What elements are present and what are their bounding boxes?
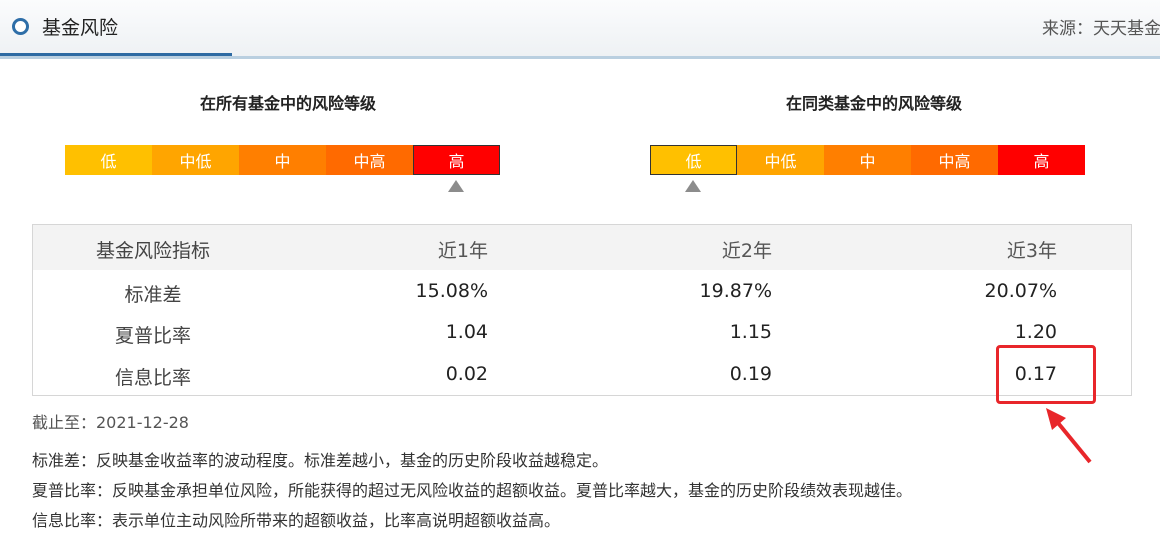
sharpe-2y: 1.15	[729, 321, 772, 343]
risk-level-medium-low: 中低	[737, 145, 824, 175]
risk-level-low: 低	[65, 145, 152, 175]
highlight-box	[996, 345, 1096, 404]
note-info-ratio: 信息比率：表示单位主动风险所带来的超额收益，比率高说明超额收益高。	[32, 511, 561, 530]
risk-level-medium-high: 中高	[911, 145, 998, 175]
std-dev-2y: 19.87%	[699, 280, 772, 302]
std-dev-3y: 20.07%	[984, 280, 1057, 302]
all-funds-risk-title: 在所有基金中的风险等级	[199, 94, 376, 113]
same-type-pointer-icon	[685, 180, 701, 192]
same-type-risk-scale: 低 中低 中 中高 高	[650, 145, 1085, 175]
section-title: 基金风险	[42, 17, 119, 39]
circle-bullet-icon	[12, 18, 29, 35]
row-label-info-ratio: 信息比率	[114, 367, 191, 389]
risk-level-medium-low: 中低	[152, 145, 239, 175]
risk-level-low: 低	[650, 145, 737, 175]
risk-level-medium: 中	[239, 145, 326, 175]
annotation-arrow-icon	[1046, 408, 1092, 464]
note-sharpe: 夏普比率：反映基金承担单位风险，所能获得的超过无风险收益的超额收益。夏普比率越大…	[32, 481, 913, 500]
risk-indicator-table: 基金风险指标 近1年 近2年 近3年 标准差 15.08% 19.87% 20.…	[32, 224, 1132, 396]
header-accent-bar	[0, 53, 232, 56]
info-ratio-2y: 0.19	[729, 363, 772, 385]
cutoff-date: 截止至：2021-12-28	[32, 413, 189, 432]
row-label-sharpe: 夏普比率	[114, 325, 191, 347]
sharpe-1y: 1.04	[445, 321, 488, 343]
risk-level-high: 高	[413, 145, 500, 175]
column-header-3y: 近3年	[1006, 240, 1057, 262]
info-ratio-1y: 0.02	[445, 363, 488, 385]
column-header-2y: 近2年	[721, 240, 772, 262]
note-std-dev: 标准差：反映基金收益率的波动程度。标准差越小，基金的历史阶段收益越稳定。	[32, 451, 609, 470]
source-label: 来源：天天基金	[1042, 19, 1160, 39]
all-funds-risk-scale: 低 中低 中 中高 高	[65, 145, 500, 175]
std-dev-1y: 15.08%	[415, 280, 488, 302]
risk-level-medium: 中	[824, 145, 911, 175]
same-type-risk-title: 在同类基金中的风险等级	[785, 94, 962, 113]
risk-level-high: 高	[998, 145, 1085, 175]
column-header-indicator: 基金风险指标	[95, 240, 210, 262]
all-funds-pointer-icon	[448, 180, 464, 192]
section-header: 基金风险 来源：天天基金	[0, 0, 1160, 59]
sharpe-3y: 1.20	[1014, 321, 1057, 343]
risk-level-medium-high: 中高	[326, 145, 413, 175]
row-label-std-dev: 标准差	[124, 284, 182, 306]
column-header-1y: 近1年	[437, 240, 488, 262]
